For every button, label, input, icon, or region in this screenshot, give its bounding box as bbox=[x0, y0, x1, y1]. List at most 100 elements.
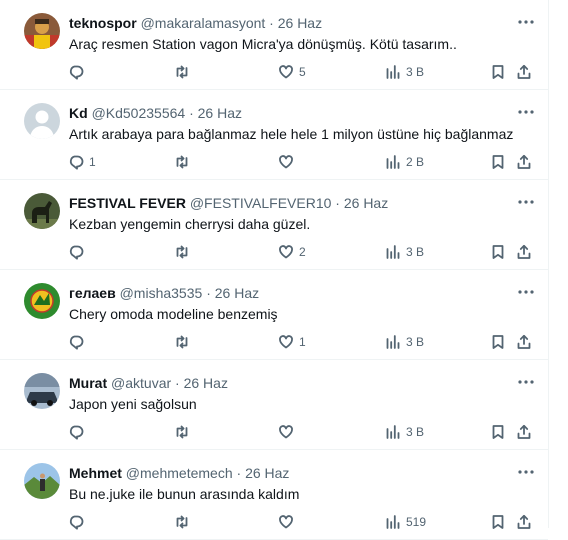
views-button[interactable]: 519 bbox=[385, 512, 426, 532]
tweet[interactable]: гелаев @misha3535 · 26 Haz Chery omoda m… bbox=[0, 270, 548, 360]
share-button[interactable] bbox=[516, 422, 532, 442]
tweet-date[interactable]: 26 Haz bbox=[344, 195, 388, 211]
tweet-text: Chery omoda modeline benzemiş bbox=[69, 306, 278, 322]
tweet-text: Bu ne.juke ile bunun arasında kaldım bbox=[69, 486, 300, 502]
display-name[interactable]: Kd bbox=[69, 105, 88, 121]
reply-button[interactable] bbox=[68, 242, 89, 262]
like-button[interactable]: 2 bbox=[278, 242, 306, 262]
share-button[interactable] bbox=[516, 152, 532, 172]
tweet-text: Kezban yengemin cherrysi daha güzel. bbox=[69, 216, 311, 232]
avatar[interactable] bbox=[24, 103, 60, 139]
bookmark-button[interactable] bbox=[490, 62, 506, 82]
reply-button[interactable] bbox=[68, 422, 89, 442]
more-icon[interactable] bbox=[516, 284, 536, 300]
bookmark-button[interactable] bbox=[490, 512, 506, 532]
tweet-actions: 5 3 B bbox=[0, 62, 548, 82]
user-handle[interactable]: @FESTIVALFEVER10 bbox=[190, 195, 332, 211]
like-button[interactable]: 5 bbox=[278, 62, 306, 82]
share-icon bbox=[517, 154, 531, 169]
tweet-date[interactable]: 26 Haz bbox=[198, 105, 242, 121]
reply-icon bbox=[69, 155, 84, 170]
more-icon[interactable] bbox=[516, 374, 536, 390]
tweet[interactable]: teknospor @makaralamasyont · 26 Haz Araç… bbox=[0, 0, 548, 90]
retweet-button[interactable] bbox=[174, 152, 190, 172]
tweet-actions: 3 B bbox=[0, 422, 548, 442]
reply-button[interactable] bbox=[68, 512, 89, 532]
bookmark-button[interactable] bbox=[490, 422, 506, 442]
tweet-actions: 1 3 B bbox=[0, 332, 548, 352]
bookmark-icon bbox=[492, 335, 504, 349]
tweet[interactable]: Murat @aktuvar · 26 Haz Japon yeni sağol… bbox=[0, 360, 548, 450]
avatar[interactable] bbox=[24, 373, 60, 409]
retweet-button[interactable] bbox=[174, 422, 190, 442]
tweet-date[interactable]: 26 Haz bbox=[215, 285, 259, 301]
avatar[interactable] bbox=[24, 463, 60, 499]
like-button[interactable] bbox=[278, 422, 299, 442]
retweet-icon bbox=[176, 425, 188, 439]
views-button[interactable]: 3 B bbox=[385, 332, 424, 352]
retweet-button[interactable] bbox=[174, 62, 190, 82]
separator-dot: · bbox=[175, 375, 180, 391]
separator-dot: · bbox=[335, 195, 340, 211]
like-button[interactable]: 1 bbox=[278, 332, 306, 352]
user-handle[interactable]: @aktuvar bbox=[111, 375, 171, 391]
reply-icon bbox=[69, 65, 84, 80]
more-icon[interactable] bbox=[516, 14, 536, 30]
display-name[interactable]: teknospor bbox=[69, 15, 137, 31]
reply-icon bbox=[69, 245, 84, 260]
display-name[interactable]: Murat bbox=[69, 375, 107, 391]
like-button[interactable] bbox=[278, 512, 299, 532]
retweet-button[interactable] bbox=[174, 332, 190, 352]
display-name[interactable]: гелаев bbox=[69, 285, 116, 301]
tweet[interactable]: Mehmet @mehmetemech · 26 Haz Bu ne.juke … bbox=[0, 450, 548, 540]
views-icon bbox=[386, 245, 400, 259]
share-button[interactable] bbox=[516, 62, 532, 82]
tweet-date[interactable]: 26 Haz bbox=[245, 465, 289, 481]
more-icon[interactable] bbox=[516, 194, 536, 210]
view-count: 3 B bbox=[406, 65, 425, 79]
user-handle[interactable]: @Kd50235564 bbox=[92, 105, 186, 121]
tweet-actions: 2 3 B bbox=[0, 242, 548, 262]
bookmark-button[interactable] bbox=[490, 332, 506, 352]
share-button[interactable] bbox=[516, 332, 532, 352]
separator-dot: · bbox=[236, 465, 242, 481]
avatar[interactable] bbox=[24, 193, 60, 229]
user-handle[interactable]: @mehmetemech bbox=[126, 465, 233, 481]
view-count: 3 B bbox=[406, 245, 425, 259]
heart-icon bbox=[279, 335, 293, 349]
avatar[interactable] bbox=[24, 13, 60, 49]
user-handle[interactable]: @misha3535 bbox=[120, 285, 203, 301]
more-icon[interactable] bbox=[516, 104, 536, 120]
tweet-header: Kd @Kd50235564 · 26 Haz bbox=[69, 104, 242, 122]
tweet[interactable]: Kd @Kd50235564 · 26 Haz Artık arabaya pa… bbox=[0, 90, 548, 180]
views-button[interactable]: 3 B bbox=[385, 242, 424, 262]
retweet-button[interactable] bbox=[174, 242, 190, 262]
more-icon[interactable] bbox=[516, 464, 536, 480]
views-icon bbox=[386, 155, 400, 169]
like-count: 5 bbox=[299, 65, 306, 79]
views-button[interactable]: 3 B bbox=[385, 422, 424, 442]
reply-button[interactable] bbox=[68, 332, 89, 352]
share-button[interactable] bbox=[516, 512, 532, 532]
bookmark-button[interactable] bbox=[490, 242, 506, 262]
retweet-icon bbox=[176, 245, 188, 259]
tweet-date[interactable]: 26 Haz bbox=[278, 15, 322, 31]
reply-icon bbox=[69, 335, 84, 350]
tweet[interactable]: FESTIVAL FEVER @FESTIVALFEVER10 · 26 Haz… bbox=[0, 180, 548, 270]
tweet-date[interactable]: 26 Haz bbox=[184, 375, 228, 391]
reply-button[interactable] bbox=[68, 62, 89, 82]
user-handle[interactable]: @makaralamasyont bbox=[141, 15, 266, 31]
display-name[interactable]: FESTIVAL FEVER bbox=[69, 195, 186, 211]
views-button[interactable]: 2 B bbox=[385, 152, 424, 172]
tweet-header: Murat @aktuvar · 26 Haz bbox=[69, 374, 228, 392]
display-name[interactable]: Mehmet bbox=[69, 465, 122, 481]
views-button[interactable]: 3 B bbox=[385, 62, 424, 82]
reply-button[interactable]: 1 bbox=[68, 152, 96, 172]
retweet-button[interactable] bbox=[174, 512, 190, 532]
reply-count: 1 bbox=[89, 155, 96, 169]
share-button[interactable] bbox=[516, 242, 532, 262]
view-count: 2 B bbox=[406, 155, 425, 169]
bookmark-button[interactable] bbox=[490, 152, 506, 172]
like-button[interactable] bbox=[278, 152, 299, 172]
avatar[interactable] bbox=[24, 283, 60, 319]
